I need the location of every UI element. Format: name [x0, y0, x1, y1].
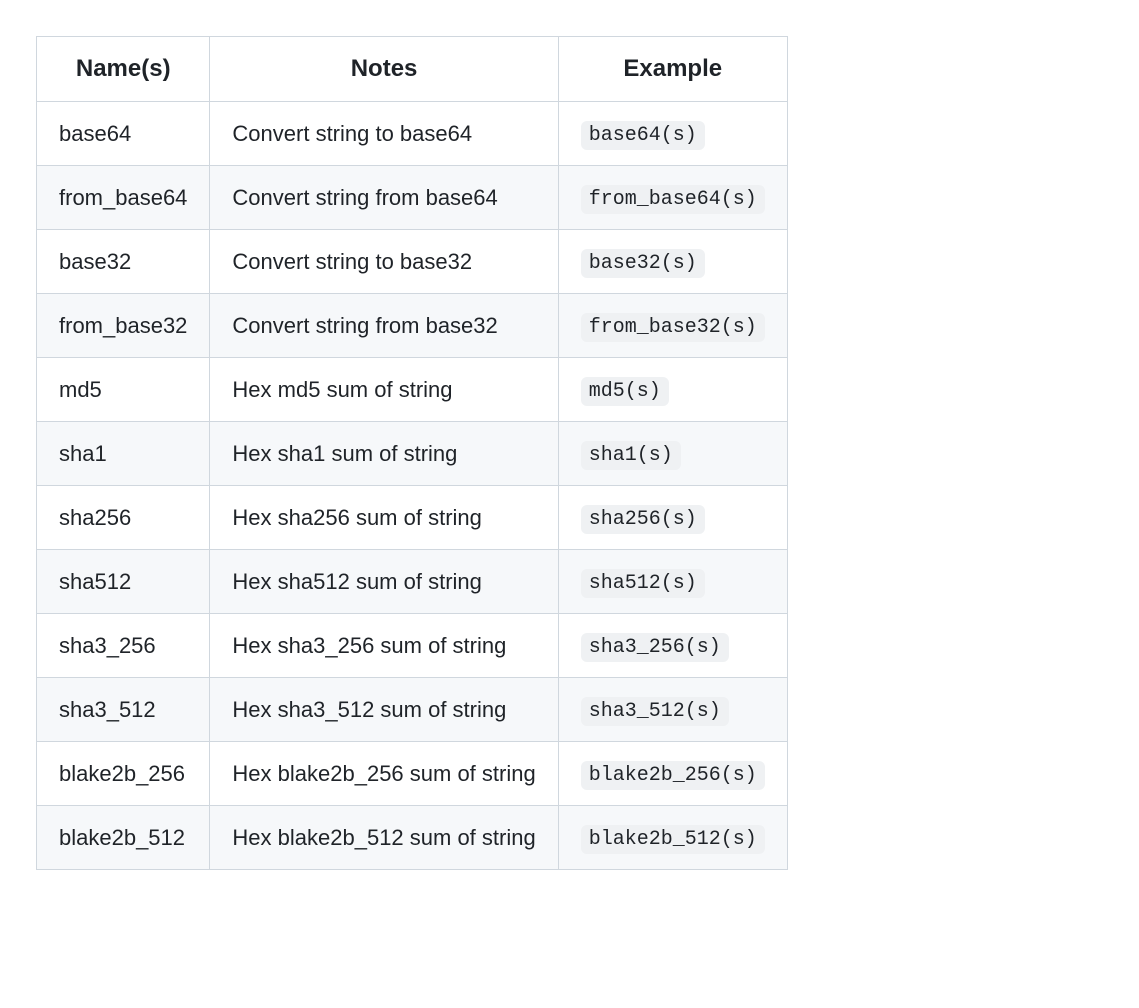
code-snippet: blake2b_256(s): [581, 761, 765, 790]
cell-notes: Convert string to base32: [210, 230, 558, 294]
table-row: from_base32 Convert string from base32 f…: [37, 294, 788, 358]
cell-example: blake2b_256(s): [558, 742, 787, 806]
table-row: base64 Convert string to base64 base64(s…: [37, 102, 788, 166]
cell-example: from_base64(s): [558, 166, 787, 230]
cell-example: sha1(s): [558, 422, 787, 486]
cell-name: from_base32: [37, 294, 210, 358]
cell-name: blake2b_512: [37, 806, 210, 870]
cell-name: blake2b_256: [37, 742, 210, 806]
cell-name: from_base64: [37, 166, 210, 230]
code-snippet: md5(s): [581, 377, 669, 406]
table-row: sha3_256 Hex sha3_256 sum of string sha3…: [37, 614, 788, 678]
table-row: sha1 Hex sha1 sum of string sha1(s): [37, 422, 788, 486]
table-row: md5 Hex md5 sum of string md5(s): [37, 358, 788, 422]
code-snippet: sha256(s): [581, 505, 705, 534]
cell-notes: Convert string to base64: [210, 102, 558, 166]
cell-notes: Hex sha512 sum of string: [210, 550, 558, 614]
cell-example: from_base32(s): [558, 294, 787, 358]
cell-example: sha3_256(s): [558, 614, 787, 678]
col-header-name: Name(s): [37, 37, 210, 102]
cell-notes: Hex sha3_512 sum of string: [210, 678, 558, 742]
table-row: blake2b_512 Hex blake2b_512 sum of strin…: [37, 806, 788, 870]
code-snippet: base64(s): [581, 121, 705, 150]
cell-example: sha512(s): [558, 550, 787, 614]
cell-example: base32(s): [558, 230, 787, 294]
table-row: sha512 Hex sha512 sum of string sha512(s…: [37, 550, 788, 614]
code-snippet: base32(s): [581, 249, 705, 278]
cell-notes: Hex blake2b_256 sum of string: [210, 742, 558, 806]
cell-example: blake2b_512(s): [558, 806, 787, 870]
cell-name: base32: [37, 230, 210, 294]
cell-notes: Hex md5 sum of string: [210, 358, 558, 422]
cell-name: md5: [37, 358, 210, 422]
cell-notes: Convert string from base64: [210, 166, 558, 230]
cell-example: base64(s): [558, 102, 787, 166]
cell-notes: Convert string from base32: [210, 294, 558, 358]
table-row: sha256 Hex sha256 sum of string sha256(s…: [37, 486, 788, 550]
cell-name: sha3_256: [37, 614, 210, 678]
cell-notes: Hex sha3_256 sum of string: [210, 614, 558, 678]
code-snippet: sha3_512(s): [581, 697, 729, 726]
table-row: blake2b_256 Hex blake2b_256 sum of strin…: [37, 742, 788, 806]
cell-notes: Hex sha1 sum of string: [210, 422, 558, 486]
table-header-row: Name(s) Notes Example: [37, 37, 788, 102]
cell-name: sha512: [37, 550, 210, 614]
code-snippet: from_base32(s): [581, 313, 765, 342]
code-snippet: blake2b_512(s): [581, 825, 765, 854]
table-row: from_base64 Convert string from base64 f…: [37, 166, 788, 230]
cell-name: sha1: [37, 422, 210, 486]
cell-name: base64: [37, 102, 210, 166]
col-header-example: Example: [558, 37, 787, 102]
cell-example: sha256(s): [558, 486, 787, 550]
code-snippet: sha1(s): [581, 441, 681, 470]
code-snippet: from_base64(s): [581, 185, 765, 214]
functions-table: Name(s) Notes Example base64 Convert str…: [36, 36, 1103, 870]
cell-name: sha3_512: [37, 678, 210, 742]
code-snippet: sha3_256(s): [581, 633, 729, 662]
col-header-notes: Notes: [210, 37, 558, 102]
table-row: base32 Convert string to base32 base32(s…: [37, 230, 788, 294]
cell-example: md5(s): [558, 358, 787, 422]
cell-example: sha3_512(s): [558, 678, 787, 742]
cell-notes: Hex sha256 sum of string: [210, 486, 558, 550]
table-row: sha3_512 Hex sha3_512 sum of string sha3…: [37, 678, 788, 742]
code-snippet: sha512(s): [581, 569, 705, 598]
cell-notes: Hex blake2b_512 sum of string: [210, 806, 558, 870]
cell-name: sha256: [37, 486, 210, 550]
